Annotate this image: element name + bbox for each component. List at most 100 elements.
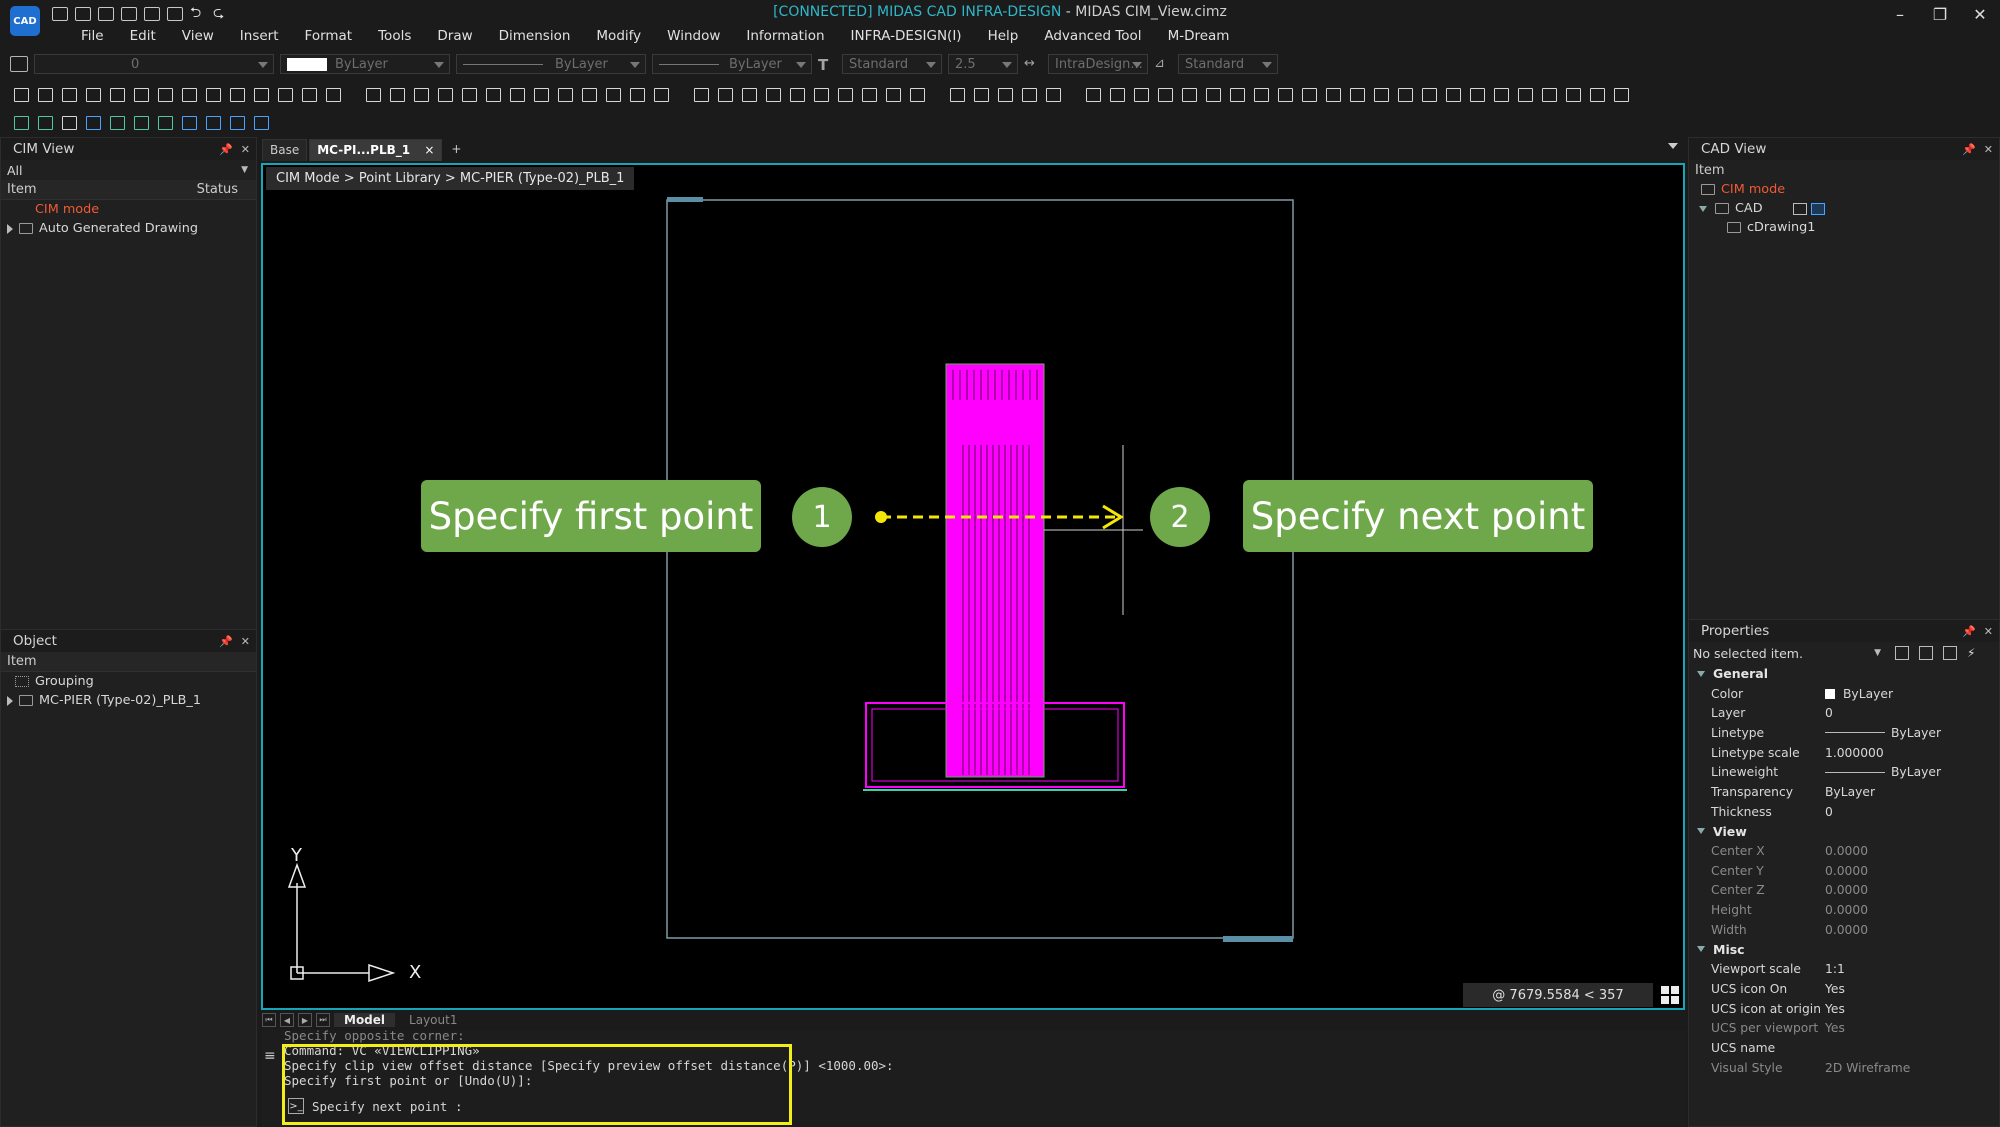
first-layout-icon[interactable]: ⏮ — [262, 1013, 276, 1027]
tool-icon[interactable] — [1516, 86, 1534, 103]
tool-icon[interactable] — [580, 86, 598, 103]
tool-icon[interactable] — [204, 114, 222, 131]
tool-icon[interactable] — [228, 86, 246, 103]
tool-icon[interactable] — [276, 86, 294, 103]
menu-insert[interactable]: Insert — [227, 26, 292, 48]
tool-icon[interactable] — [300, 86, 318, 103]
tool-icon[interactable] — [132, 114, 150, 131]
tool-icon[interactable] — [1420, 86, 1438, 103]
tool-icon[interactable] — [764, 86, 782, 103]
selection-combo[interactable]: No selected item. ▼ — [1693, 646, 1881, 661]
expand-icon[interactable] — [7, 223, 13, 234]
table-style-icon[interactable]: ⊿ — [1154, 56, 1172, 72]
toggle-pickadd-icon[interactable] — [1895, 646, 1909, 660]
tree-item-cim-mode[interactable]: CIM mode — [1689, 180, 1999, 199]
pin-icon[interactable]: 📌 — [1962, 143, 1976, 156]
add-tab-button[interactable]: + — [444, 139, 468, 161]
tool-icon[interactable] — [1588, 86, 1606, 103]
tool-icon[interactable] — [460, 86, 478, 103]
tool-icon[interactable] — [1020, 86, 1038, 103]
tool-icon[interactable] — [388, 86, 406, 103]
tool-icon[interactable] — [996, 86, 1014, 103]
tool-icon[interactable] — [1132, 86, 1150, 103]
tool-icon[interactable] — [108, 114, 126, 131]
section-general[interactable]: General — [1689, 664, 1999, 684]
tool-icon[interactable] — [1564, 86, 1582, 103]
close-icon[interactable]: ✕ — [1984, 143, 1993, 156]
close-icon[interactable]: ✕ — [1984, 625, 1993, 638]
collapse-icon[interactable] — [1697, 670, 1705, 677]
command-menu-icon[interactable]: ≡ — [264, 1048, 276, 1064]
tool-icon[interactable] — [180, 86, 198, 103]
section-view[interactable]: View — [1689, 822, 1999, 842]
tool-icon[interactable] — [1540, 86, 1558, 103]
tool-icon[interactable] — [108, 86, 126, 103]
tool-icon[interactable] — [836, 86, 854, 103]
prop-layer[interactable]: Layer 0 — [1689, 703, 1999, 723]
tool-icon[interactable] — [252, 114, 270, 131]
tool-icon[interactable] — [1204, 86, 1222, 103]
tool-icon[interactable] — [604, 86, 622, 103]
dim-style-combo[interactable]: IntraDesign... — [1048, 54, 1148, 74]
layer-manager-icon[interactable] — [10, 56, 28, 72]
tool-icon[interactable] — [60, 86, 78, 103]
layer-combo[interactable]: 0 — [34, 54, 274, 74]
menu-infra-design[interactable]: INFRA-DESIGN(I) — [838, 26, 975, 48]
tool-icon[interactable] — [36, 86, 54, 103]
pin-icon[interactable]: 📌 — [219, 635, 233, 648]
tool-icon[interactable] — [12, 114, 30, 131]
menu-dimension[interactable]: Dimension — [486, 26, 584, 48]
pin-icon[interactable]: 📌 — [1962, 625, 1976, 638]
text-height-combo[interactable]: 2.5 — [948, 54, 1018, 74]
tool-icon[interactable] — [812, 86, 830, 103]
close-icon[interactable]: × — [424, 143, 434, 157]
collapse-icon[interactable] — [1697, 946, 1705, 953]
prop-lineweight[interactable]: Lineweight ByLayer — [1689, 762, 1999, 782]
tool-icon[interactable] — [412, 86, 430, 103]
tool-icon[interactable] — [1156, 86, 1174, 103]
tree-item-mc-pier[interactable]: MC-PIER (Type-02)_PLB_1 — [1, 691, 256, 710]
tool-icon[interactable] — [84, 114, 102, 131]
minimize-button[interactable]: – — [1880, 0, 1920, 28]
prop-linetype-scale[interactable]: Linetype scale 1.000000 — [1689, 743, 1999, 763]
tool-icon[interactable] — [204, 86, 222, 103]
tool-icon[interactable] — [1084, 86, 1102, 103]
tool-icon[interactable] — [60, 114, 78, 131]
tool-icon[interactable] — [1252, 86, 1270, 103]
tool-icon[interactable] — [180, 114, 198, 131]
table-style-combo[interactable]: Standard — [1178, 54, 1278, 74]
prop-thickness[interactable]: Thickness 0 — [1689, 802, 1999, 822]
tool-icon[interactable] — [324, 86, 342, 103]
tool-icon[interactable] — [132, 86, 150, 103]
menu-file[interactable]: File — [68, 26, 117, 48]
undo-icon[interactable]: ⮌ — [190, 6, 206, 21]
tool-icon[interactable] — [788, 86, 806, 103]
color-combo[interactable]: ByLayer — [280, 54, 450, 74]
tool-icon[interactable] — [364, 86, 382, 103]
tool-icon[interactable] — [1276, 86, 1294, 103]
close-icon[interactable]: ✕ — [241, 635, 250, 648]
last-layout-icon[interactable]: ⏭ — [316, 1013, 330, 1027]
select-all-icon[interactable] — [1919, 646, 1933, 660]
save-icon[interactable] — [98, 7, 114, 21]
tool-icon[interactable] — [652, 86, 670, 103]
tool-icon[interactable] — [252, 86, 270, 103]
tool-icon[interactable] — [84, 86, 102, 103]
menu-information[interactable]: Information — [733, 26, 837, 48]
tool-icon[interactable] — [884, 86, 902, 103]
layout-view-icon[interactable] — [1792, 202, 1807, 215]
collapse-icon[interactable] — [1697, 828, 1705, 835]
tool-icon[interactable] — [1372, 86, 1390, 103]
prop-transparency[interactable]: Transparency ByLayer — [1689, 782, 1999, 802]
menu-modify[interactable]: Modify — [583, 26, 654, 48]
open-folder-icon[interactable] — [75, 7, 91, 21]
frame-grip[interactable] — [667, 197, 703, 202]
tool-icon[interactable] — [436, 86, 454, 103]
tree-item-auto-generated-drawing[interactable]: Auto Generated Drawing — [1, 219, 256, 238]
text-style-combo[interactable]: Standard — [842, 54, 942, 74]
pin-icon[interactable]: 📌 — [219, 143, 233, 156]
save-as-icon[interactable] — [121, 7, 137, 21]
tool-icon[interactable] — [1396, 86, 1414, 103]
dim-style-icon[interactable]: ↔ — [1024, 56, 1042, 72]
select-objects-icon[interactable] — [1943, 646, 1957, 660]
